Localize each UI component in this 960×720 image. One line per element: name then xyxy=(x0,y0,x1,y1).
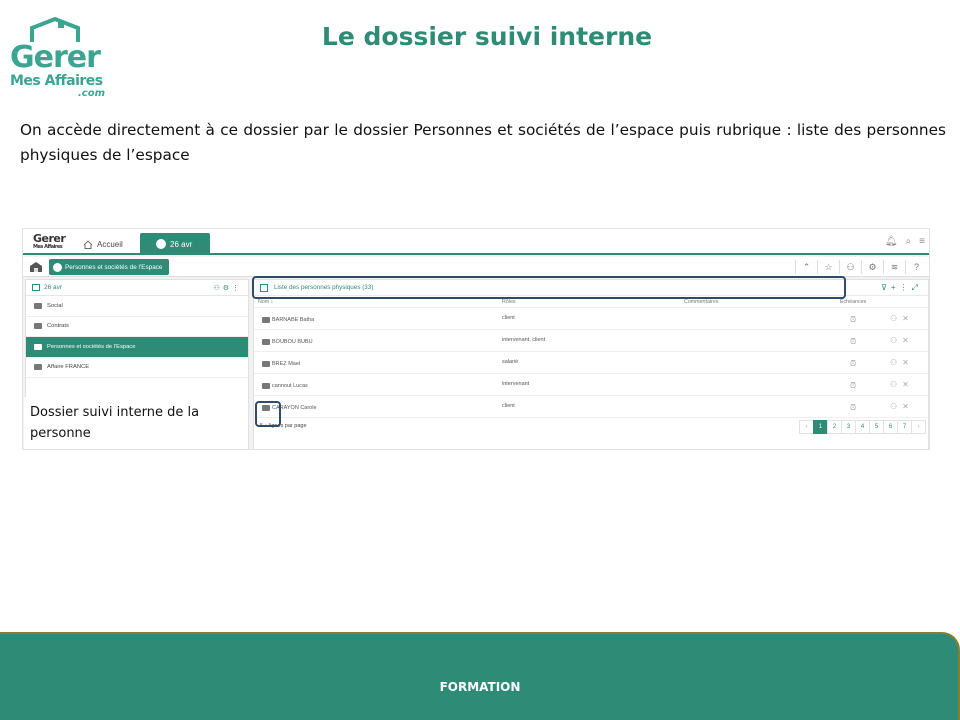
person-name[interactable]: BREZ Mael xyxy=(272,361,300,367)
bell-icon[interactable]: 🔔︎ xyxy=(885,236,898,247)
row-actions[interactable]: ⚇✕ xyxy=(890,336,914,345)
alarm-clock-icon[interactable]: ⏰︎ xyxy=(850,337,856,347)
tab-accueil[interactable]: Accueil xyxy=(83,236,123,252)
person-name[interactable]: BARNABE Batha xyxy=(272,317,314,323)
tree-item-personnes-societes[interactable]: Personnes et sociétés de l'Espace xyxy=(26,337,248,358)
folder-icon[interactable] xyxy=(262,339,270,345)
row-actions[interactable]: ⚇✕ xyxy=(890,314,914,323)
folder-icon xyxy=(34,323,42,330)
tree-item-label: Personnes et sociétés de l'Espace xyxy=(47,343,136,350)
page-button-2[interactable]: 2 xyxy=(827,420,842,434)
alarm-clock-icon[interactable]: ⏰︎ xyxy=(850,403,856,413)
folder-icon xyxy=(34,343,42,350)
tree-item-contrats[interactable]: Contrats xyxy=(26,317,248,337)
menu-icon[interactable]: ≡ xyxy=(919,236,925,247)
left-panel-tools[interactable]: ⚇⚙⋮ xyxy=(213,284,242,292)
table-row[interactable]: BARNABE Batha client ⏰︎ ⚇✕ xyxy=(254,308,928,330)
footer-label: FORMATION xyxy=(439,680,521,694)
topbar-icons: 🔔︎ ⌕ ≡ xyxy=(885,236,925,247)
next-page-button[interactable]: › xyxy=(911,420,926,434)
star-icon[interactable]: ☆ xyxy=(817,260,839,274)
breadcrumb-tools: ⌃ ☆ ⚇ ⚙ ≋ ? xyxy=(795,260,927,274)
folder-icon[interactable] xyxy=(262,317,270,323)
page-button-6[interactable]: 6 xyxy=(883,420,898,434)
intro-paragraph: On accède directement à ce dossier par l… xyxy=(20,121,946,164)
table-row[interactable]: CARAYON Carole client ⏰︎ ⚇✕ xyxy=(254,396,928,418)
app-logo-sub: Mes Affaires xyxy=(33,244,63,250)
left-panel-title: 26 avr xyxy=(44,284,63,291)
highlight-folder-icon xyxy=(255,401,281,427)
footer-band: FORMATION xyxy=(0,632,960,720)
person-role: salarié xyxy=(502,359,519,365)
space-house-icon[interactable] xyxy=(29,261,43,273)
highlight-list-header xyxy=(252,276,846,299)
breadcrumb-bar: Personnes et sociétés de l'Espace ⌃ ☆ ⚇ … xyxy=(23,257,929,277)
folder-icon[interactable] xyxy=(262,361,270,367)
breadcrumb-button[interactable]: Personnes et sociétés de l'Espace xyxy=(49,259,169,275)
folder-icon[interactable] xyxy=(262,383,270,389)
table-row[interactable]: BOUBOU BUBU intervenant, client ⏰︎ ⚇✕ xyxy=(254,330,928,352)
logo-word-mes-affaires: Mes Affaires xyxy=(10,73,103,89)
person-name[interactable]: cannout Lucas xyxy=(272,383,308,389)
logo-word-com: .com xyxy=(78,88,106,99)
page-buttons: ‹ 1 2 3 4 5 6 7 › xyxy=(799,420,926,434)
tree-item-label: Contrats xyxy=(47,323,69,330)
breadcrumb-label: Personnes et sociétés de l'Espace xyxy=(65,263,163,271)
tree-item-label: Social xyxy=(47,302,63,309)
person-role: intervenant, client xyxy=(502,337,546,343)
panel-icon xyxy=(32,284,40,291)
search-icon[interactable]: ⌕ xyxy=(906,236,912,247)
folder-icon xyxy=(53,262,62,272)
tree-item-social[interactable]: Social xyxy=(26,296,248,317)
person-role: intervenant xyxy=(502,381,530,387)
home-icon xyxy=(83,239,93,249)
app-topbar: Gerer Mes Affaires Accueil 26 avr 🔔︎ ⌕ ≡ xyxy=(23,229,929,255)
app-logo[interactable]: Gerer Mes Affaires xyxy=(33,233,66,250)
gear-icon[interactable]: ⚙ xyxy=(861,260,883,274)
table-row[interactable]: cannout Lucas intervenant ⏰︎ ⚇✕ xyxy=(254,374,928,396)
chevron-up-icon[interactable]: ⌃ xyxy=(795,260,817,274)
table-row[interactable]: BREZ Mael salarié ⏰︎ ⚇✕ xyxy=(254,352,928,374)
alarm-clock-icon[interactable]: ⏰︎ xyxy=(850,359,856,369)
main-panel-tools[interactable]: ⊽+⋮⤢ xyxy=(881,283,922,293)
person-role: client xyxy=(502,403,515,409)
tree-item-label: Affaire FRANCE xyxy=(47,364,90,371)
pagination-bar: 5 ▴ lignes par page ‹ 1 2 3 4 5 6 7 › xyxy=(254,418,928,436)
alarm-clock-icon[interactable]: ⏰︎ xyxy=(850,315,856,325)
column-comments[interactable]: Commentaires xyxy=(684,299,718,305)
person-role: client xyxy=(502,315,515,321)
prev-page-button[interactable]: ‹ xyxy=(799,420,814,434)
person-name[interactable]: BOUBOU BUBU xyxy=(272,339,313,345)
callout-text: Dossier suivi interne de la personne xyxy=(24,397,246,449)
slide-title: Le dossier suivi interne xyxy=(321,22,653,51)
folder-icon xyxy=(34,302,42,309)
page-button-5[interactable]: 5 xyxy=(869,420,884,434)
layers-icon[interactable]: ≋ xyxy=(883,260,905,274)
column-due[interactable]: Échéances xyxy=(840,299,866,305)
row-actions[interactable]: ⚇✕ xyxy=(890,358,914,367)
column-roles[interactable]: Rôles xyxy=(502,299,516,305)
page-button-7[interactable]: 7 xyxy=(897,420,912,434)
row-actions[interactable]: ⚇✕ xyxy=(890,402,914,411)
tab-26-avr[interactable]: 26 avr xyxy=(140,233,210,255)
help-icon[interactable]: ? xyxy=(905,260,927,274)
page-button-3[interactable]: 3 xyxy=(841,420,856,434)
folder-icon xyxy=(34,364,42,371)
page-button-4[interactable]: 4 xyxy=(855,420,870,434)
row-actions[interactable]: ⚇✕ xyxy=(890,380,914,389)
main-panel: Liste des personnes physiques (33) ⊽+⋮⤢ … xyxy=(253,279,929,449)
left-panel-header: 26 avr ⚇⚙⋮ xyxy=(26,280,248,296)
tree-item-affaire-france[interactable]: Affaire FRANCE xyxy=(26,358,248,378)
page-button-1[interactable]: 1 xyxy=(813,420,828,434)
tab-26-avr-label: 26 avr xyxy=(170,239,193,249)
alarm-clock-icon[interactable]: ⏰︎ xyxy=(850,381,856,391)
user-icon[interactable]: ⚇ xyxy=(839,260,861,274)
tab-accueil-label: Accueil xyxy=(97,239,123,249)
folder-icon xyxy=(156,239,166,249)
column-name[interactable]: Nom ↓ xyxy=(258,299,273,305)
